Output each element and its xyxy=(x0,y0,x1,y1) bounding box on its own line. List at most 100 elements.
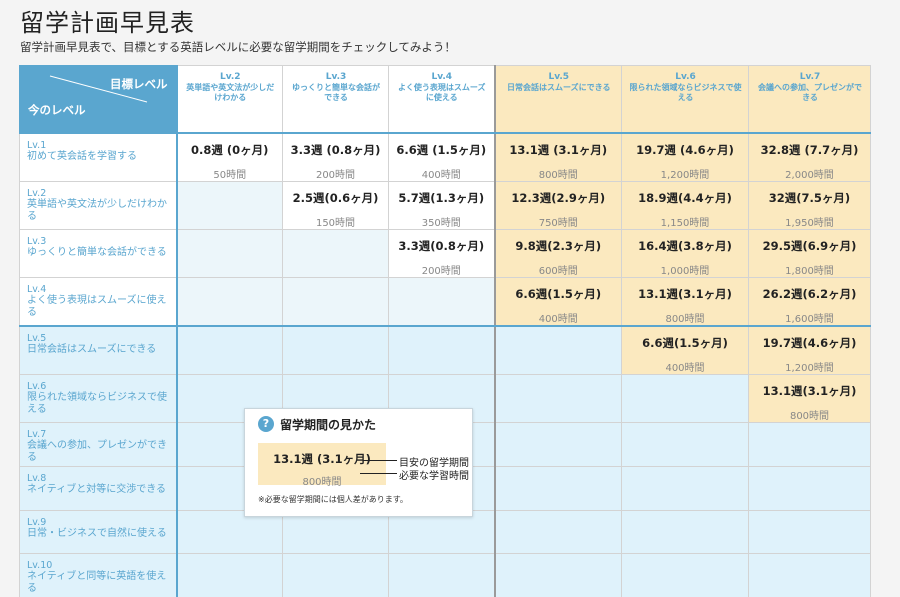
duration-weeks: 6.6週(1.5ヶ月) xyxy=(642,335,728,350)
table-row: Lv.3 ゆっくりと簡単な会話ができる 3.3週(0.8ヶ月) 200時間 9.8週(2… xyxy=(19,228,871,278)
empty-cell xyxy=(748,509,871,554)
empty-cell xyxy=(388,552,495,597)
study-hours: 350時間 xyxy=(421,217,461,229)
duration-weeks: 26.2週(6.2ヶ月) xyxy=(762,286,857,301)
duration-weeks: 13.1週(3.1ヶ月) xyxy=(638,286,732,301)
question-icon: ? xyxy=(258,416,274,432)
page-title: 留学計画早見表 xyxy=(20,9,195,37)
empty-cell xyxy=(388,276,495,327)
duration-cell: 6.6週 (1.5ヶ月) 400時間 xyxy=(388,132,495,182)
table-row: Lv.5 日常会話はスムーズにできる 6.6週(1.5ヶ月) 400時間 19.7週(4… xyxy=(19,325,871,375)
duration-weeks: 12.3週(2.9ヶ月) xyxy=(511,190,606,205)
column-description: 会議への参加、プレゼンができる xyxy=(758,83,862,102)
study-hours: 1,150時間 xyxy=(660,217,710,229)
study-hours: 750時間 xyxy=(538,217,578,229)
empty-cell xyxy=(621,509,749,554)
empty-cell xyxy=(175,228,283,278)
empty-cell xyxy=(493,421,622,467)
duration-weeks: 6.6週(1.5ヶ月) xyxy=(515,286,602,301)
row-description: 限られた領域ならビジネスで使える xyxy=(27,391,167,415)
row-level: Lv.4 xyxy=(27,283,47,295)
column-description: 限られた領域ならビジネスで使える xyxy=(629,83,742,102)
row-header: Lv.9 日常・ビジネスで自然に使える xyxy=(19,509,177,554)
study-hours: 800時間 xyxy=(665,313,705,325)
study-hours: 800時間 xyxy=(789,410,830,422)
column-header: Lv.6 限られた領域ならビジネスで使える xyxy=(621,65,749,134)
row-description: 英単語や英文法が少しだけわかる xyxy=(27,198,167,222)
duration-cell: 3.3週 (0.8ヶ月) 200時間 xyxy=(282,132,389,182)
row-header: Lv.3 ゆっくりと簡単な会話ができる xyxy=(19,228,177,278)
column-header: Lv.4 よく使う表現はスムーズに使える xyxy=(388,65,495,134)
table-row: Lv.4 よく使う表現はスムーズに使える 6.6週(1.5ヶ月) 400時間 13.1週… xyxy=(19,276,871,327)
table-body: Lv.1 初めて英会話を学習する 0.8週 (0ヶ月) 50時間 3.3週 (0.8ヶ月… xyxy=(19,132,871,597)
row-level: Lv.7 xyxy=(27,428,47,440)
column-level: Lv.3 xyxy=(325,72,347,82)
legend-sample-weeks: 13.1週 (3.1ヶ月) xyxy=(273,452,371,466)
row-description: 会議への参加、プレゼンができる xyxy=(27,439,167,463)
row-header: Lv.7 会議への参加、プレゼンができる xyxy=(19,421,177,467)
duration-cell: 13.1週 (3.1ヶ月) 800時間 xyxy=(493,132,622,182)
study-hours: 50時間 xyxy=(213,169,247,181)
empty-cell xyxy=(282,276,389,327)
duration-weeks: 9.8週(2.3ヶ月) xyxy=(515,238,602,253)
empty-cell xyxy=(282,228,389,278)
duration-weeks: 18.9週(4.4ヶ月) xyxy=(638,190,732,205)
duration-cell: 13.1週(3.1ヶ月) 800時間 xyxy=(748,373,871,423)
study-hours: 200時間 xyxy=(421,265,461,277)
row-level: Lv.2 xyxy=(27,187,47,199)
empty-cell xyxy=(388,325,495,375)
row-level: Lv.5 xyxy=(27,332,47,344)
empty-cell xyxy=(493,509,622,554)
duration-cell: 18.9週(4.4ヶ月) 1,150時間 xyxy=(621,180,749,230)
page-description: 留学計画早見表で、目標とする英語レベルに必要な留学期間をチェックしてみよう！ xyxy=(20,40,456,54)
duration-weeks: 13.1週 (3.1ヶ月) xyxy=(509,142,608,157)
duration-cell: 19.7週(4.6ヶ月) 1,200時間 xyxy=(748,325,871,375)
row-description: 日常・ビジネスで自然に使える xyxy=(27,527,167,539)
study-hours: 800時間 xyxy=(538,169,578,181)
empty-cell xyxy=(493,325,622,375)
empty-cell xyxy=(621,421,749,467)
row-header: Lv.6 限られた領域ならビジネスで使える xyxy=(19,373,177,423)
study-hours: 1,800時間 xyxy=(785,265,834,277)
study-hours: 2,000時間 xyxy=(785,169,834,181)
duration-cell: 6.6週(1.5ヶ月) 400時間 xyxy=(621,325,749,375)
row-header: Lv.1 初めて英会話を学習する xyxy=(19,132,177,182)
column-header: Lv.2 英単語や英文法が少しだけわかる xyxy=(175,65,283,134)
empty-cell xyxy=(175,552,283,597)
duration-weeks: 19.7週 (4.6ヶ月) xyxy=(636,142,734,157)
duration-cell: 19.7週 (4.6ヶ月) 1,200時間 xyxy=(621,132,749,182)
duration-cell: 0.8週 (0ヶ月) 50時間 xyxy=(175,132,283,182)
column-level: Lv.4 xyxy=(431,72,453,82)
column-description: ゆっくりと簡単な会話ができる xyxy=(292,83,380,102)
row-level: Lv.9 xyxy=(27,516,47,528)
row-header: Lv.8 ネイティブと対等に交渉できる xyxy=(19,465,177,511)
column-description: よく使う表現はスムーズに使える xyxy=(397,83,486,102)
column-header: Lv.5 日常会話はスムーズにできる xyxy=(493,65,622,134)
study-hours: 1,200時間 xyxy=(660,169,710,181)
column-header: Lv.7 会議への参加、プレゼンができる xyxy=(748,65,871,134)
row-header: Lv.5 日常会話はスムーズにできる xyxy=(19,325,177,375)
duration-cell: 9.8週(2.3ヶ月) 600時間 xyxy=(493,228,622,278)
duration-weeks: 19.7週(4.6ヶ月) xyxy=(762,335,857,350)
row-level: Lv.1 xyxy=(27,139,47,151)
empty-cell xyxy=(748,421,871,467)
study-hours: 1,950時間 xyxy=(785,217,834,229)
row-level: Lv.6 xyxy=(27,380,47,392)
empty-cell xyxy=(175,276,283,327)
row-level: Lv.3 xyxy=(27,235,47,247)
study-hours: 400時間 xyxy=(538,313,578,325)
target-level-label: 目標レベル xyxy=(110,77,168,91)
duration-weeks: 5.7週(1.3ヶ月) xyxy=(398,190,485,205)
row-header: Lv.2 英単語や英文法が少しだけわかる xyxy=(19,180,177,230)
duration-cell: 12.3週(2.9ヶ月) 750時間 xyxy=(493,180,622,230)
column-level: Lv.7 xyxy=(799,72,821,82)
legend-sample-cell: 13.1週 (3.1ヶ月) 800時間 xyxy=(258,443,386,488)
duration-weeks: 13.1週(3.1ヶ月) xyxy=(762,383,857,398)
legend-box: ? 留学期間の見かた 13.1週 (3.1ヶ月) 800時間 目安の留学期間 必… xyxy=(244,408,473,517)
header-row: 目標レベル 今のレベル Lv.2 英単語や英文法が少しだけわかる Lv.3 ゆっくりと… xyxy=(19,65,871,134)
row-header: Lv.10 ネイティブと同等に英語を使える xyxy=(19,552,177,597)
table-row: Lv.1 初めて英会話を学習する 0.8週 (0ヶ月) 50時間 3.3週 (0.8ヶ月… xyxy=(19,132,871,182)
duration-cell: 32週(7.5ヶ月) 1,950時間 xyxy=(748,180,871,230)
table-row: Lv.10 ネイティブと同等に英語を使える xyxy=(19,552,871,597)
legend-sample-hours: 800時間 xyxy=(302,477,342,488)
